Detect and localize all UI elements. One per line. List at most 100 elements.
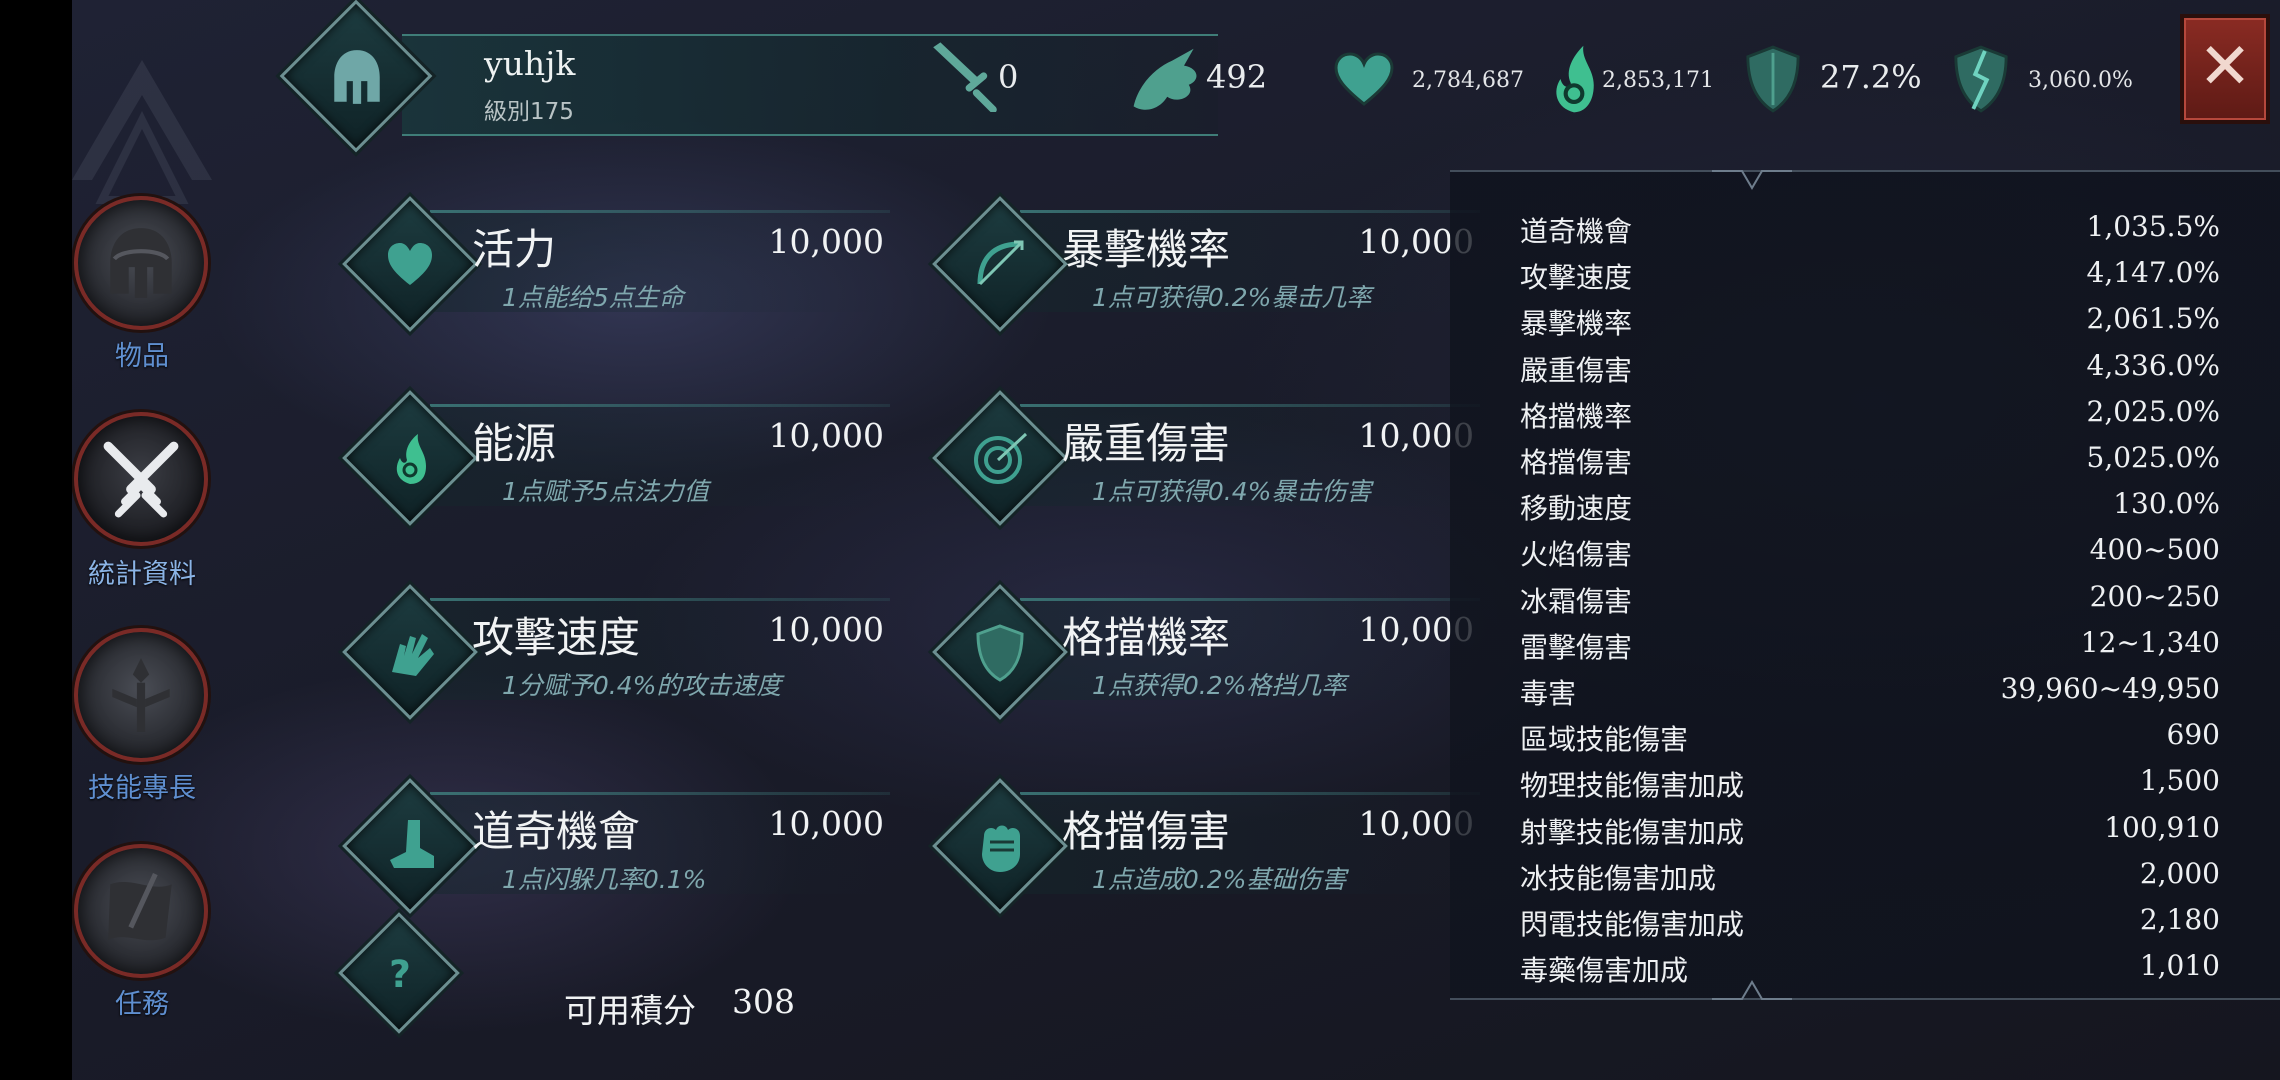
stat-label: 嚴重傷害 bbox=[1520, 353, 1633, 387]
attribute-description: 1点可获得0.4%暴击伤害 bbox=[1092, 477, 1372, 506]
heart-icon bbox=[388, 243, 432, 285]
close-icon: ✕ bbox=[2198, 30, 2252, 104]
scroll-quill-icon bbox=[108, 873, 172, 941]
skill-tree-icon bbox=[112, 658, 170, 732]
stat-row: 冰霜傷害 200~250 bbox=[1520, 580, 2220, 626]
stat-row: 毒藥傷害加成 1,010 bbox=[1520, 949, 2220, 995]
stat-value: 1,035.5% bbox=[2086, 210, 2220, 243]
blood-splash-icon bbox=[1133, 48, 1197, 110]
close-button[interactable]: ✕ bbox=[2180, 14, 2270, 124]
bow-arrow-icon bbox=[977, 240, 1024, 286]
stat-value: 200~250 bbox=[2089, 579, 2220, 613]
attribute-value: 10,000 bbox=[768, 610, 884, 649]
stat-label: 暴擊機率 bbox=[1520, 307, 1633, 341]
spartan-helmet-icon bbox=[110, 228, 172, 298]
attribute-name: 暴擊機率 bbox=[1062, 225, 1231, 274]
attribute-attack-speed[interactable]: 攻擊速度 10,000 1分赋予0.4%的攻击速度 bbox=[334, 580, 894, 750]
stat-value: 690 bbox=[2166, 718, 2220, 752]
nav-label-skills: 技能專長 bbox=[88, 773, 196, 804]
attribute-description: 1分赋予0.4%的攻击速度 bbox=[502, 671, 782, 700]
player-level: 級別175 bbox=[484, 99, 574, 125]
attribute-energy[interactable]: 能源 10,000 1点赋予5点法力值 bbox=[334, 386, 894, 556]
stat-value: 1,010 bbox=[2139, 949, 2220, 983]
armor-value: 27.2% bbox=[1820, 58, 1922, 96]
question-mark-icon: ? bbox=[389, 952, 411, 996]
attribute-name: 活力 bbox=[472, 225, 557, 274]
mana-value: 2,853,171 bbox=[1602, 68, 1714, 93]
attribute-value: 10,000 bbox=[768, 416, 884, 455]
stat-label: 物理技能傷害加成 bbox=[1520, 769, 1745, 803]
stat-row: 區域技能傷害 690 bbox=[1520, 718, 2220, 764]
attribute-crit-chance[interactable]: 暴擊機率 10,000 1点可获得0.2%暴击几率 bbox=[924, 192, 1484, 362]
stat-row: 攻擊速度 4,147.0% bbox=[1520, 256, 2220, 302]
stat-value: 4,336.0% bbox=[2086, 348, 2220, 382]
spirit-flame-icon bbox=[396, 434, 426, 484]
help-button[interactable]: ? bbox=[338, 912, 460, 1034]
stat-row: 毒害 39,960~49,950 bbox=[1520, 672, 2220, 718]
splash-value: 492 bbox=[1206, 58, 1268, 96]
shield-icon bbox=[976, 624, 1024, 682]
stat-value: 2,180 bbox=[2139, 903, 2220, 936]
sword-value: 0 bbox=[998, 58, 1019, 96]
nav-label-statistics: 統計資料 bbox=[88, 559, 196, 590]
available-points-value: 308 bbox=[732, 982, 795, 1021]
attribute-description: 1点赋予5点法力值 bbox=[502, 477, 709, 506]
gauntlet-hand-icon bbox=[392, 634, 434, 676]
stat-value: 400~500 bbox=[2089, 533, 2220, 567]
stat-label: 閃電技能傷害加成 bbox=[1520, 908, 1745, 941]
stat-value: 100,910 bbox=[2104, 810, 2220, 844]
stat-label: 區域技能傷害 bbox=[1520, 723, 1689, 757]
nav-label-quests: 任務 bbox=[115, 989, 169, 1020]
svg-text:?: ? bbox=[389, 952, 411, 996]
attribute-name: 嚴重傷害 bbox=[1062, 419, 1231, 468]
faction-emblem-icon bbox=[72, 60, 212, 204]
stat-row: 閃電技能傷害加成 2,180 bbox=[1520, 903, 2220, 949]
player-name: yuhjk bbox=[484, 44, 576, 83]
stat-label: 移動速度 bbox=[1520, 492, 1633, 526]
attribute-description: 1点造成0.2%基础伤害 bbox=[1092, 865, 1347, 894]
nav-label-inventory: 物品 bbox=[115, 341, 169, 372]
attribute-name: 格擋機率 bbox=[1062, 613, 1231, 662]
stat-value: 2,000 bbox=[2139, 856, 2220, 890]
stat-row: 暴擊機率 2,061.5% bbox=[1520, 302, 2220, 348]
attribute-name: 能源 bbox=[472, 419, 557, 468]
panel-top-ornament bbox=[1712, 170, 1792, 190]
spirit-flame-icon bbox=[1556, 45, 1594, 113]
fist-icon bbox=[982, 825, 1020, 872]
attribute-description: 1点可获得0.2%暴击几率 bbox=[1092, 283, 1372, 312]
attribute-block-chance[interactable]: 格擋機率 10,000 1点获得0.2%格挡几率 bbox=[924, 580, 1484, 750]
stat-value: 2,025.0% bbox=[2086, 394, 2220, 428]
stat-row: 火焰傷害 400~500 bbox=[1520, 533, 2220, 579]
stat-row: 雷擊傷害 12~1,340 bbox=[1520, 626, 2220, 672]
available-points-label: 可用積分 bbox=[564, 991, 696, 1030]
stat-value: 130.0% bbox=[2113, 487, 2220, 521]
stat-row: 格擋傷害 5,025.0% bbox=[1520, 441, 2220, 487]
attribute-value: 10,000 bbox=[768, 804, 884, 843]
game-screen: 物品 統計資料 技能專長 任務 yuhjk 級別175 0 492 2,784,… bbox=[72, 0, 2280, 1080]
attribute-block-damage[interactable]: 格擋傷害 10,000 1点造成0.2%基础伤害 bbox=[924, 774, 1484, 944]
shield-icon bbox=[1746, 45, 1800, 113]
stat-label: 道奇機會 bbox=[1520, 215, 1633, 248]
boot-icon bbox=[390, 820, 434, 868]
stat-label: 格擋機率 bbox=[1520, 399, 1633, 433]
stat-value: 4,147.0% bbox=[2086, 256, 2220, 290]
spartan-helmet-icon bbox=[334, 50, 380, 104]
stat-value: 12~1,340 bbox=[2080, 625, 2220, 659]
attribute-description: 1点获得0.2%格挡几率 bbox=[1092, 671, 1347, 700]
attribute-description: 1点闪躲几率0.1% bbox=[502, 865, 707, 894]
attribute-critical-damage[interactable]: 嚴重傷害 10,000 1点可获得0.4%暴击伤害 bbox=[924, 386, 1484, 556]
attribute-vitality[interactable]: 活力 10,000 1点能给5点生命 bbox=[334, 192, 894, 362]
attribute-dodge-chance[interactable]: 道奇機會 10,000 1点闪躲几率0.1% bbox=[334, 774, 894, 944]
stat-value: 1,500 bbox=[2139, 764, 2220, 798]
stat-row: 嚴重傷害 4,336.0% bbox=[1520, 349, 2220, 395]
stat-label: 射擊技能傷害加成 bbox=[1520, 815, 1745, 849]
crossed-swords-icon bbox=[103, 441, 179, 518]
stat-value: 39,960~49,950 bbox=[2000, 672, 2220, 705]
stat-value: 2,061.5% bbox=[2086, 302, 2220, 336]
stat-row: 冰技能傷害加成 2,000 bbox=[1520, 857, 2220, 903]
stat-label: 冰霜傷害 bbox=[1520, 584, 1633, 618]
attribute-name: 道奇機會 bbox=[472, 807, 641, 856]
attribute-name: 攻擊速度 bbox=[472, 613, 641, 662]
stat-row: 移動速度 130.0% bbox=[1520, 487, 2220, 533]
broken-shield-icon bbox=[1954, 45, 2008, 113]
